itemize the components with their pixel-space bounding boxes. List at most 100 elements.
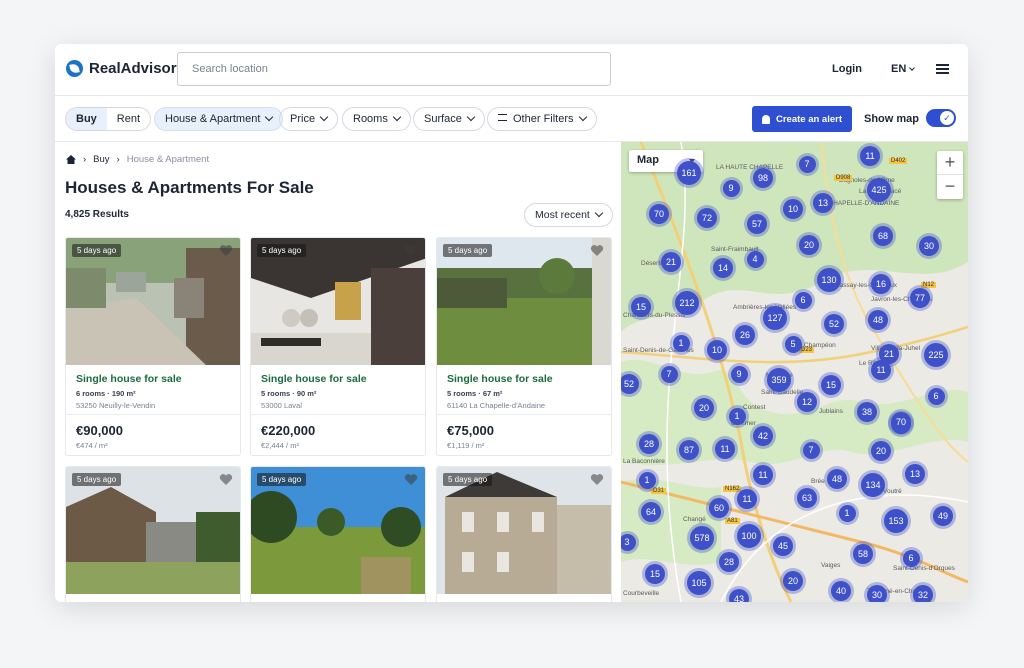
map-cluster-marker[interactable]: 64 bbox=[641, 502, 661, 522]
surface-filter[interactable]: Surface bbox=[413, 107, 485, 131]
map-cluster-marker[interactable]: 63 bbox=[797, 488, 817, 508]
map-cluster-marker[interactable]: 4 bbox=[746, 250, 764, 268]
other-filters[interactable]: Other Filters bbox=[487, 107, 597, 131]
map-cluster-marker[interactable]: 11 bbox=[753, 465, 773, 485]
map-cluster-marker[interactable]: 68 bbox=[873, 226, 893, 246]
map-cluster-marker[interactable]: 225 bbox=[924, 343, 948, 367]
heart-icon[interactable] bbox=[219, 244, 233, 257]
map-cluster-marker[interactable]: 87 bbox=[679, 440, 699, 460]
map-cluster-marker[interactable]: 48 bbox=[827, 469, 847, 489]
listing-card[interactable]: 5 days ago bbox=[436, 466, 612, 602]
map-cluster-marker[interactable]: 30 bbox=[867, 585, 887, 602]
map-cluster-marker[interactable]: 15 bbox=[631, 297, 651, 317]
map-cluster-marker[interactable]: 9 bbox=[722, 179, 740, 197]
home-icon[interactable] bbox=[66, 155, 76, 164]
map-cluster-marker[interactable]: 60 bbox=[709, 498, 729, 518]
map-cluster-marker[interactable]: 161 bbox=[677, 161, 701, 185]
map-cluster-marker[interactable]: 15 bbox=[821, 375, 841, 395]
listing-card[interactable]: 5 days ago Single house for sale 5 rooms… bbox=[436, 237, 612, 456]
map-cluster-marker[interactable]: 70 bbox=[649, 204, 669, 224]
listing-photo[interactable] bbox=[437, 467, 612, 594]
map-cluster-marker[interactable]: 16 bbox=[871, 274, 891, 294]
map-cluster-marker[interactable]: 359 bbox=[767, 368, 791, 392]
map-cluster-marker[interactable]: 127 bbox=[763, 306, 787, 330]
map-cluster-marker[interactable]: 14 bbox=[713, 258, 733, 278]
menu-icon[interactable] bbox=[936, 64, 949, 74]
heart-icon[interactable] bbox=[404, 244, 418, 257]
map-cluster-marker[interactable]: 153 bbox=[884, 509, 908, 533]
login-link[interactable]: Login bbox=[832, 63, 862, 75]
map-cluster-marker[interactable]: 12 bbox=[797, 392, 817, 412]
map-cluster-marker[interactable]: 45 bbox=[773, 536, 793, 556]
map-cluster-marker[interactable]: 11 bbox=[715, 439, 735, 459]
map-cluster-marker[interactable]: 105 bbox=[687, 571, 711, 595]
rent-tab[interactable]: Rent bbox=[107, 108, 150, 130]
listing-photo[interactable] bbox=[251, 467, 426, 594]
buy-tab[interactable]: Buy bbox=[66, 108, 107, 130]
listing-photo[interactable] bbox=[437, 238, 612, 365]
map-cluster-marker[interactable]: 28 bbox=[639, 434, 659, 454]
show-map-toggle[interactable]: ✓ bbox=[926, 109, 956, 127]
map-cluster-marker[interactable]: 1 bbox=[838, 504, 856, 522]
map-cluster-marker[interactable]: 49 bbox=[933, 506, 953, 526]
map-cluster-marker[interactable]: 26 bbox=[735, 325, 755, 345]
breadcrumb-buy[interactable]: Buy bbox=[93, 154, 109, 165]
map-cluster-marker[interactable]: 13 bbox=[813, 193, 833, 213]
map-cluster-marker[interactable]: 43 bbox=[729, 589, 749, 602]
heart-icon[interactable] bbox=[590, 473, 604, 486]
map-cluster-marker[interactable]: 1 bbox=[728, 407, 746, 425]
map-cluster-marker[interactable]: 11 bbox=[871, 360, 891, 380]
zoom-out-button[interactable]: − bbox=[937, 175, 963, 199]
map-cluster-marker[interactable]: 425 bbox=[867, 178, 891, 202]
map-cluster-marker[interactable]: 52 bbox=[824, 314, 844, 334]
map-cluster-marker[interactable]: 10 bbox=[783, 199, 803, 219]
map-cluster-marker[interactable]: 11 bbox=[737, 489, 757, 509]
map-cluster-marker[interactable]: 10 bbox=[707, 340, 727, 360]
create-alert-button[interactable]: Create an alert bbox=[752, 106, 852, 132]
listing-card[interactable]: 5 days ago Single house for sale 5 rooms… bbox=[250, 237, 426, 456]
map-cluster-marker[interactable]: 72 bbox=[697, 208, 717, 228]
map-cluster-marker[interactable]: 212 bbox=[675, 291, 699, 315]
map-cluster-marker[interactable]: 5 bbox=[784, 335, 802, 353]
map-cluster-marker[interactable]: 7 bbox=[802, 441, 820, 459]
map-cluster-marker[interactable]: 58 bbox=[853, 544, 873, 564]
map-cluster-marker[interactable]: 20 bbox=[783, 571, 803, 591]
search-input[interactable]: Search location bbox=[177, 52, 611, 86]
map-cluster-marker[interactable]: 30 bbox=[919, 236, 939, 256]
listing-card[interactable]: 5 days ago bbox=[250, 466, 426, 602]
map-cluster-marker[interactable]: 28 bbox=[719, 552, 739, 572]
map-cluster-marker[interactable]: 134 bbox=[861, 473, 885, 497]
listing-photo[interactable] bbox=[66, 467, 241, 594]
map-cluster-marker[interactable]: 9 bbox=[730, 365, 748, 383]
listing-card[interactable]: 5 days ago Single house for sale 6 rooms… bbox=[65, 237, 241, 456]
sort-dropdown[interactable]: Most recent bbox=[524, 203, 613, 227]
map-cluster-marker[interactable]: 70 bbox=[891, 412, 911, 432]
price-filter[interactable]: Price bbox=[279, 107, 339, 131]
heart-icon[interactable] bbox=[219, 473, 233, 486]
map-cluster-marker[interactable]: 7 bbox=[798, 155, 816, 173]
map-cluster-marker[interactable]: 7 bbox=[660, 365, 678, 383]
map-panel[interactable]: Map + − LA HAUTE CHAPELLE Bagnoles-de-l'O… bbox=[621, 142, 968, 602]
zoom-in-button[interactable]: + bbox=[937, 151, 963, 175]
map-cluster-marker[interactable]: 40 bbox=[831, 581, 851, 601]
map-cluster-marker[interactable]: 15 bbox=[645, 564, 665, 584]
map-cluster-marker[interactable]: 6 bbox=[927, 387, 945, 405]
map-cluster-marker[interactable]: 578 bbox=[690, 526, 714, 550]
heart-icon[interactable] bbox=[590, 244, 604, 257]
logo[interactable]: RealAdvisor bbox=[66, 60, 177, 77]
map-cluster-marker[interactable]: 77 bbox=[910, 288, 930, 308]
map-cluster-marker[interactable]: 1 bbox=[638, 471, 656, 489]
map-cluster-marker[interactable]: 11 bbox=[860, 146, 880, 166]
map-cluster-marker[interactable]: 42 bbox=[753, 426, 773, 446]
rooms-filter[interactable]: Rooms bbox=[342, 107, 411, 131]
map-cluster-marker[interactable]: 1 bbox=[672, 334, 690, 352]
map-cluster-marker[interactable]: 3 bbox=[621, 533, 636, 551]
map-cluster-marker[interactable]: 20 bbox=[694, 398, 714, 418]
map-cluster-marker[interactable]: 6 bbox=[902, 549, 920, 567]
map-cluster-marker[interactable]: 20 bbox=[799, 235, 819, 255]
map-cluster-marker[interactable]: 6 bbox=[794, 291, 812, 309]
map-cluster-marker[interactable]: 57 bbox=[747, 214, 767, 234]
property-type-filter[interactable]: House & Apartment bbox=[154, 107, 284, 131]
heart-icon[interactable] bbox=[404, 473, 418, 486]
map-cluster-marker[interactable]: 13 bbox=[905, 464, 925, 484]
